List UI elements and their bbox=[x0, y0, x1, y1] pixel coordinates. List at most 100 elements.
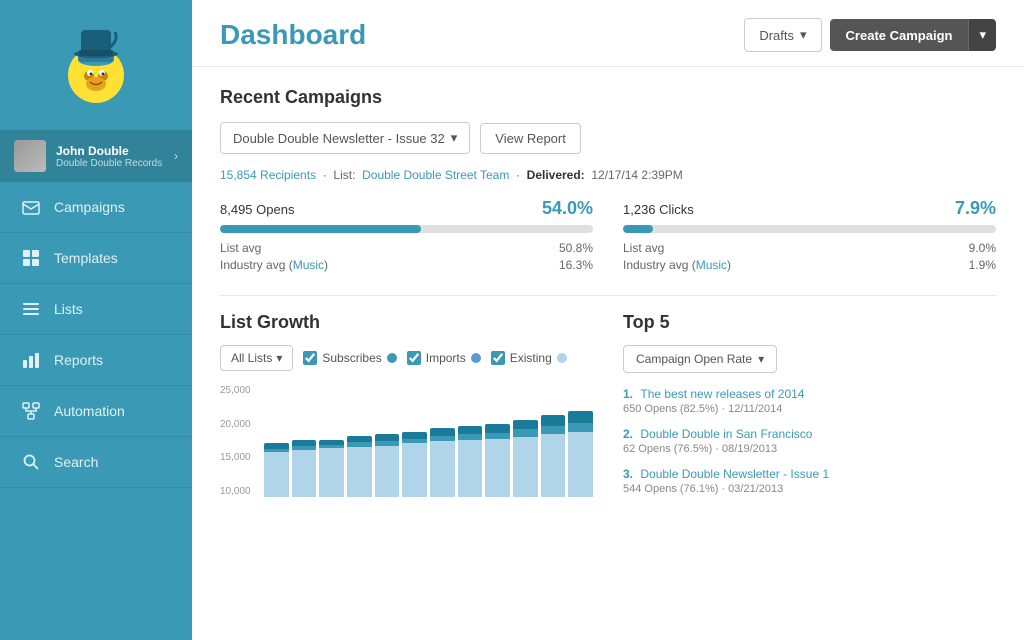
imports-checkbox[interactable] bbox=[407, 351, 421, 365]
clicks-stat: 1,236 Clicks 7.9% List avg 9.0% Industry… bbox=[623, 198, 996, 275]
sidebar-item-reports[interactable]: Reports bbox=[0, 335, 192, 386]
bar-existing bbox=[292, 450, 317, 497]
chevron-down-icon: ▾ bbox=[451, 130, 458, 146]
bar-existing bbox=[568, 432, 593, 497]
opens-industry-link[interactable]: Music bbox=[293, 258, 324, 272]
bar-subscribes bbox=[568, 411, 593, 423]
page-title: Dashboard bbox=[220, 19, 366, 51]
clicks-label: 1,236 Clicks bbox=[623, 202, 694, 217]
clicks-industry-link[interactable]: Music bbox=[696, 258, 727, 272]
top5-item-link[interactable]: Double Double in San Francisco bbox=[640, 427, 812, 441]
bar-group-9 bbox=[513, 385, 538, 497]
sidebar-item-automation[interactable]: Automation bbox=[0, 386, 192, 437]
sidebar-item-lists[interactable]: Lists bbox=[0, 284, 192, 335]
sidebar-logo bbox=[0, 0, 192, 130]
bar-group-5 bbox=[402, 385, 427, 497]
grid-icon bbox=[20, 247, 42, 269]
sidebar-user[interactable]: John Double Double Double Records › bbox=[0, 130, 192, 182]
sidebar-nav: Campaigns Templates Lists Reports Automa… bbox=[0, 182, 192, 640]
campaign-meta: 15,854 Recipients · List: Double Double … bbox=[220, 168, 996, 182]
bar-group-4 bbox=[375, 385, 400, 497]
chevron-down-icon: ▾ bbox=[800, 27, 807, 43]
opens-pct: 54.0% bbox=[542, 198, 593, 219]
bar-subscribes bbox=[402, 432, 427, 439]
bar-group-6 bbox=[430, 385, 455, 497]
subscribes-dot bbox=[387, 353, 397, 363]
sidebar-item-campaigns[interactable]: Campaigns bbox=[0, 182, 192, 233]
bar-existing bbox=[513, 437, 538, 497]
chevron-down-icon: ▾ bbox=[758, 352, 764, 366]
bar-group-11 bbox=[568, 385, 593, 497]
create-campaign-arrow-button[interactable]: ▾ bbox=[968, 19, 996, 51]
bar-subscribes bbox=[485, 424, 510, 433]
bar-group-1 bbox=[292, 385, 317, 497]
campaign-open-rate-dropdown[interactable]: Campaign Open Rate ▾ bbox=[623, 345, 777, 373]
chevron-down-icon: ▾ bbox=[276, 351, 282, 365]
opens-stat: 8,495 Opens 54.0% List avg 50.8% Industr… bbox=[220, 198, 593, 275]
y-label-15000: 15,000 bbox=[220, 452, 260, 463]
clicks-list-avg: List avg 9.0% bbox=[623, 241, 996, 255]
imports-checkbox-label[interactable]: Imports bbox=[407, 351, 481, 365]
main-header: Dashboard Drafts ▾ Create Campaign ▾ bbox=[192, 0, 1024, 67]
list-growth-section: List Growth All Lists ▾ Subscribes Impor… bbox=[220, 312, 593, 515]
top5-item-title: 1. The best new releases of 2014 bbox=[623, 387, 996, 401]
sidebar-item-label: Campaigns bbox=[54, 199, 125, 215]
bar-subscribes bbox=[458, 426, 483, 434]
user-name: John Double bbox=[56, 144, 164, 158]
bar-existing bbox=[347, 447, 372, 497]
bar-group-7 bbox=[458, 385, 483, 497]
clicks-pct: 7.9% bbox=[955, 198, 996, 219]
top5-item-title: 3. Double Double Newsletter - Issue 1 bbox=[623, 467, 996, 481]
top5-item-link[interactable]: The best new releases of 2014 bbox=[640, 387, 804, 401]
user-chevron-icon: › bbox=[174, 149, 178, 163]
chart-area: 25,000 20,000 15,000 10,000 bbox=[220, 385, 593, 515]
top5-item-title: 2. Double Double in San Francisco bbox=[623, 427, 996, 441]
create-campaign-group: Create Campaign ▾ bbox=[830, 19, 996, 51]
drafts-button[interactable]: Drafts ▾ bbox=[744, 18, 821, 52]
existing-checkbox-label[interactable]: Existing bbox=[491, 351, 567, 365]
top5-item-link[interactable]: Double Double Newsletter - Issue 1 bbox=[640, 467, 829, 481]
all-lists-dropdown[interactable]: All Lists ▾ bbox=[220, 345, 293, 371]
existing-dot bbox=[557, 353, 567, 363]
bar-existing bbox=[264, 452, 289, 497]
mailchimp-logo-icon bbox=[51, 20, 141, 110]
clicks-progress-fill bbox=[623, 225, 653, 233]
stats-grid: 8,495 Opens 54.0% List avg 50.8% Industr… bbox=[220, 198, 996, 275]
clicks-progress-bar bbox=[623, 225, 996, 233]
y-axis: 25,000 20,000 15,000 10,000 bbox=[220, 385, 260, 497]
top5-title: Top 5 bbox=[623, 312, 996, 333]
campaign-dropdown-button[interactable]: Double Double Newsletter - Issue 32 ▾ bbox=[220, 122, 470, 154]
sidebar-item-label: Search bbox=[54, 454, 98, 470]
subscribes-checkbox-label[interactable]: Subscribes bbox=[303, 351, 396, 365]
existing-checkbox[interactable] bbox=[491, 351, 505, 365]
create-campaign-button[interactable]: Create Campaign bbox=[830, 19, 969, 51]
bar-existing bbox=[485, 439, 510, 497]
y-label-20000: 20,000 bbox=[220, 419, 260, 430]
envelope-icon bbox=[20, 196, 42, 218]
bar-subscribes bbox=[375, 434, 400, 441]
bar-group-8 bbox=[485, 385, 510, 497]
bar-existing bbox=[541, 434, 566, 497]
top5-item-2: 3. Double Double Newsletter - Issue 1 54… bbox=[623, 467, 996, 495]
main-content: Recent Campaigns Double Double Newslette… bbox=[192, 67, 1024, 640]
sidebar-item-templates[interactable]: Templates bbox=[0, 233, 192, 284]
bar-group-2 bbox=[319, 385, 344, 497]
search-icon bbox=[20, 451, 42, 473]
bar-subscribes bbox=[541, 415, 566, 426]
bar-existing bbox=[402, 443, 427, 497]
clicks-industry-avg: Industry avg (Music) 1.9% bbox=[623, 258, 996, 272]
filter-row: All Lists ▾ Subscribes Imports bbox=[220, 345, 593, 371]
bar-imports bbox=[513, 429, 538, 436]
subscribes-checkbox[interactable] bbox=[303, 351, 317, 365]
view-report-button[interactable]: View Report bbox=[480, 123, 581, 154]
sidebar-item-search[interactable]: Search bbox=[0, 437, 192, 488]
recipients-link[interactable]: 15,854 Recipients bbox=[220, 168, 316, 182]
opens-industry-avg: Industry avg (Music) 16.3% bbox=[220, 258, 593, 272]
sidebar-item-label: Automation bbox=[54, 403, 125, 419]
list-name-link[interactable]: Double Double Street Team bbox=[362, 168, 509, 182]
sidebar-item-label: Templates bbox=[54, 250, 118, 266]
bar-imports bbox=[541, 426, 566, 434]
bar-group-0 bbox=[264, 385, 289, 497]
chart-bars bbox=[264, 385, 593, 497]
opens-list-avg: List avg 50.8% bbox=[220, 241, 593, 255]
